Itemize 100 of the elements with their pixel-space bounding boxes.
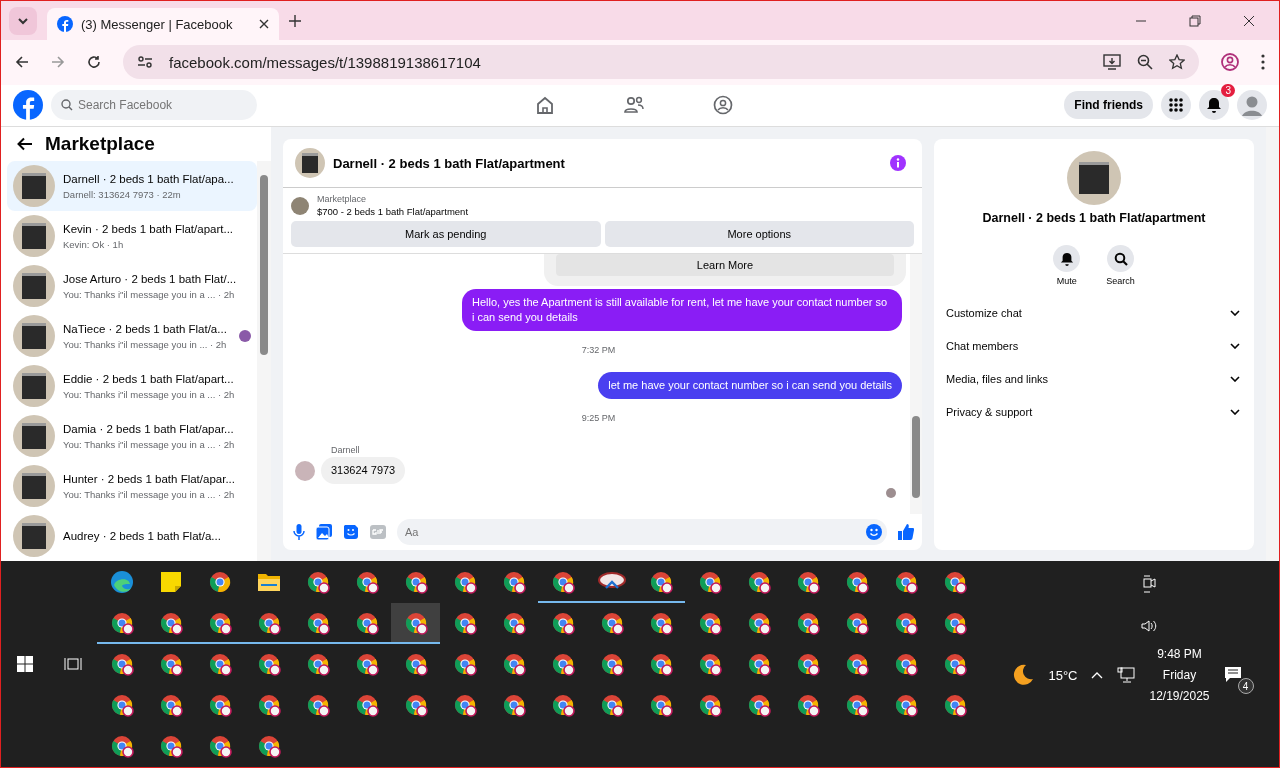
conversation-item[interactable]: Damia · 2 beds 1 bath Flat/apar... You: Thanks i"il message you in a ... · 2h [7, 411, 257, 461]
camera-icon[interactable] [1142, 575, 1156, 593]
forward-icon[interactable] [51, 55, 65, 70]
search-field[interactable]: Search Facebook [51, 90, 257, 121]
details-section[interactable]: Privacy & support [934, 395, 1254, 428]
listing-photo [13, 415, 55, 457]
listing-photo [13, 215, 55, 257]
action-label: Search [1106, 276, 1135, 286]
task-view-icon[interactable] [63, 657, 82, 671]
notification-center-icon[interactable] [1223, 666, 1242, 682]
browser-tab[interactable]: (3) Messenger | Facebook [47, 8, 279, 40]
sticker-icon[interactable] [343, 524, 359, 540]
friends-icon[interactable] [623, 95, 645, 116]
address-bar[interactable]: facebook.com/messages/t/1398819138617104 [123, 45, 1199, 80]
chevron-down-icon [1230, 375, 1240, 382]
emoji-icon[interactable] [866, 524, 882, 540]
facebook-logo-icon [57, 16, 73, 32]
conversation-item[interactable]: Kevin · 2 beds 1 bath Flat/apart... Kevin: Ok · 1h [7, 211, 257, 261]
image-icon[interactable] [316, 524, 332, 540]
sender-avatar [295, 460, 315, 481]
restore-icon[interactable] [1189, 14, 1201, 27]
home-icon[interactable] [535, 95, 555, 116]
action-label: Mute [1056, 276, 1077, 286]
learn-more-button[interactable]: Learn More [556, 254, 894, 276]
facebook-logo-icon[interactable] [13, 90, 43, 121]
temperature[interactable]: 15°C [1048, 667, 1078, 683]
scrollbar[interactable] [1266, 127, 1279, 561]
reload-icon[interactable] [87, 55, 101, 70]
find-friends-button[interactable]: Find friends [1064, 91, 1153, 120]
zoom-icon[interactable] [1137, 54, 1153, 71]
chrome-profile-icon[interactable] [391, 603, 440, 644]
close-icon[interactable] [259, 19, 269, 29]
listing-action-button[interactable]: Mark as pending [291, 221, 601, 247]
conversation-item[interactable]: Jose Arturo · 2 beds 1 bath Flat/... You: Thanks i"il message you in a ... · 2h [7, 261, 257, 311]
listing-photo [13, 315, 55, 357]
windows-start-icon[interactable] [16, 656, 33, 672]
clock-date[interactable]: 12/19/2025 [1149, 689, 1210, 703]
listing-photo [295, 148, 325, 178]
conversation-title: Damia · 2 beds 1 bath Flat/apar... [63, 422, 235, 435]
timestamp: 7:32 PM [581, 345, 616, 355]
chevron-down-icon [1230, 408, 1240, 415]
profile-icon[interactable] [1221, 53, 1239, 72]
clock-day[interactable]: Friday [1162, 668, 1197, 682]
chevron-up-icon[interactable] [1091, 671, 1104, 679]
back-icon[interactable] [15, 55, 29, 70]
message-preview: Darnell: 313624 7973 · 22m [63, 188, 182, 200]
listing-photo [13, 265, 55, 307]
conversation-item[interactable]: Hunter · 2 beds 1 bath Flat/apar... You: Thanks i"il message you in a ... · 2h [7, 461, 257, 511]
conversation-item[interactable]: Eddie · 2 beds 1 bath Flat/apart... You: Thanks i"il message you in a ... · 2h [7, 361, 257, 411]
listing-photo [13, 515, 55, 557]
moon-icon[interactable] [1012, 664, 1035, 686]
scrollbar[interactable] [910, 254, 922, 514]
listing-photo [291, 196, 309, 215]
search-icon [1113, 251, 1128, 266]
close-icon[interactable] [1243, 14, 1255, 27]
new-tab-icon[interactable] [289, 14, 301, 27]
speaker-icon[interactable] [1141, 619, 1157, 633]
details-section[interactable]: Chat members [934, 329, 1254, 362]
account-avatar[interactable] [1237, 90, 1267, 121]
bookmark-star-icon[interactable] [1169, 54, 1185, 71]
menu-button[interactable] [1161, 90, 1191, 121]
details-section[interactable]: Customize chat [934, 296, 1254, 329]
chevron-down-icon [1230, 309, 1240, 316]
details-section[interactable]: Media, files and links [934, 362, 1254, 395]
search-button[interactable] [1107, 245, 1134, 272]
read-receipt-avatar [886, 488, 896, 498]
message-preview: You: Thanks i"il message you in a ... · 2h [63, 438, 236, 450]
message-preview: You: Thanks i"il message you in a ... · 2h [63, 488, 236, 500]
message-preview: Kevin: Ok · 1h [63, 238, 125, 250]
sent-message: Hello, yes the Apartment is still available for rent, let me have your contact number so i can send you details [462, 289, 902, 331]
info-icon[interactable] [890, 155, 906, 171]
message-preview: You: Thanks i"il message you in a ... · 2h [63, 388, 236, 400]
message-input[interactable]: Aa [397, 519, 887, 545]
scrollbar[interactable] [257, 161, 271, 561]
groups-icon[interactable] [713, 95, 733, 116]
listing-action-button[interactable]: More options [604, 221, 914, 247]
mute-button[interactable] [1053, 245, 1081, 272]
microphone-icon[interactable] [293, 524, 305, 540]
back-arrow-icon[interactable] [17, 137, 33, 151]
conversation-title: NaTiece · 2 beds 1 bath Flat/a... [63, 322, 228, 335]
more-menu-icon[interactable] [1261, 54, 1265, 71]
chevron-down-icon [1230, 342, 1240, 349]
conversation-item[interactable]: Audrey · 2 beds 1 bath Flat/a... [7, 511, 257, 561]
tab-list-button[interactable] [9, 6, 37, 35]
clock-time[interactable]: 9:48 PM [1157, 647, 1202, 661]
conversation-title: Darnell · 2 beds 1 bath Flat/apa... [63, 172, 235, 185]
listing-label: Marketplace [317, 194, 368, 204]
thumbs-up-icon[interactable] [898, 524, 914, 540]
conversation-item[interactable]: Darnell · 2 beds 1 bath Flat/apa... Darnell: 313624 7973 · 22m [7, 161, 257, 211]
listing-photo [13, 165, 55, 207]
search-icon [61, 99, 73, 112]
listing-photo [13, 365, 55, 407]
install-app-icon[interactable] [1103, 54, 1121, 71]
site-settings-icon[interactable] [137, 55, 153, 70]
conversation-item[interactable]: NaTiece · 2 beds 1 bath Flat/a... You: Thanks i"il message you in ... · 2h [7, 311, 257, 361]
bell-icon [1206, 97, 1222, 114]
received-message: 313624 7973 [321, 457, 406, 484]
network-icon[interactable] [1117, 667, 1136, 683]
chat-title: Darnell · 2 beds 1 bath Flat/apartment [333, 155, 565, 171]
conversation-title: Eddie · 2 beds 1 bath Flat/apart... [63, 372, 235, 385]
